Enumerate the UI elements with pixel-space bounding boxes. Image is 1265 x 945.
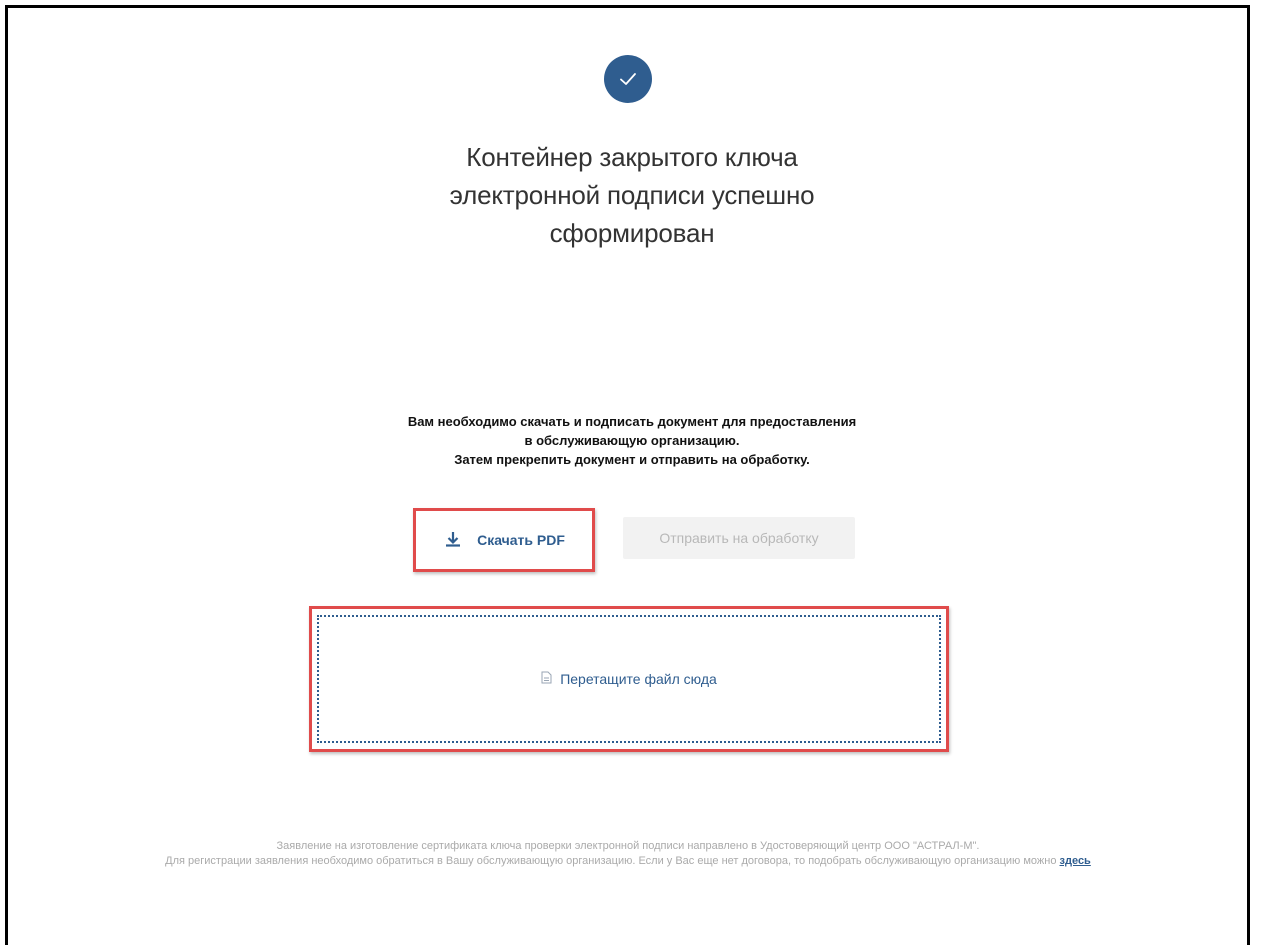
- download-highlight: Скачать PDF: [413, 508, 595, 572]
- title-line: электронной подписи успешно: [449, 180, 815, 210]
- title-line: сформирован: [549, 218, 715, 248]
- file-dropzone[interactable]: Перетащите файл сюда: [317, 615, 941, 743]
- instructions-line: Затем прекрепить документ и отправить на…: [454, 452, 810, 467]
- title-line: Контейнер закрытого ключа: [466, 142, 798, 172]
- dropzone-label: Перетащите файл сюда: [560, 671, 717, 687]
- file-icon: [541, 671, 552, 687]
- here-link[interactable]: здесь: [1060, 855, 1091, 867]
- instructions-line: в обслуживающую организацию.: [524, 433, 740, 448]
- instructions-text: Вам необходимо скачать и подписать докум…: [232, 412, 1032, 469]
- footer-line: Для регистрации заявления необходимо обр…: [8, 854, 1248, 869]
- footer-note: Заявление на изготовление сертификата кл…: [8, 839, 1248, 869]
- dropzone-highlight: Перетащите файл сюда: [309, 606, 949, 752]
- download-label: Скачать PDF: [477, 532, 565, 548]
- download-icon: [445, 531, 461, 550]
- submit-label: Отправить на обработку: [659, 530, 819, 546]
- footer-line-text: Для регистрации заявления необходимо обр…: [165, 855, 1057, 867]
- instructions-line: Вам необходимо скачать и подписать докум…: [407, 414, 857, 429]
- submit-processing-button[interactable]: Отправить на обработку: [623, 517, 855, 559]
- success-title: Контейнер закрытого ключа электронной по…: [332, 138, 932, 252]
- check-circle-icon: [604, 55, 652, 103]
- footer-line: Заявление на изготовление сертификата кл…: [276, 840, 980, 852]
- download-pdf-button[interactable]: Скачать PDF: [426, 521, 584, 559]
